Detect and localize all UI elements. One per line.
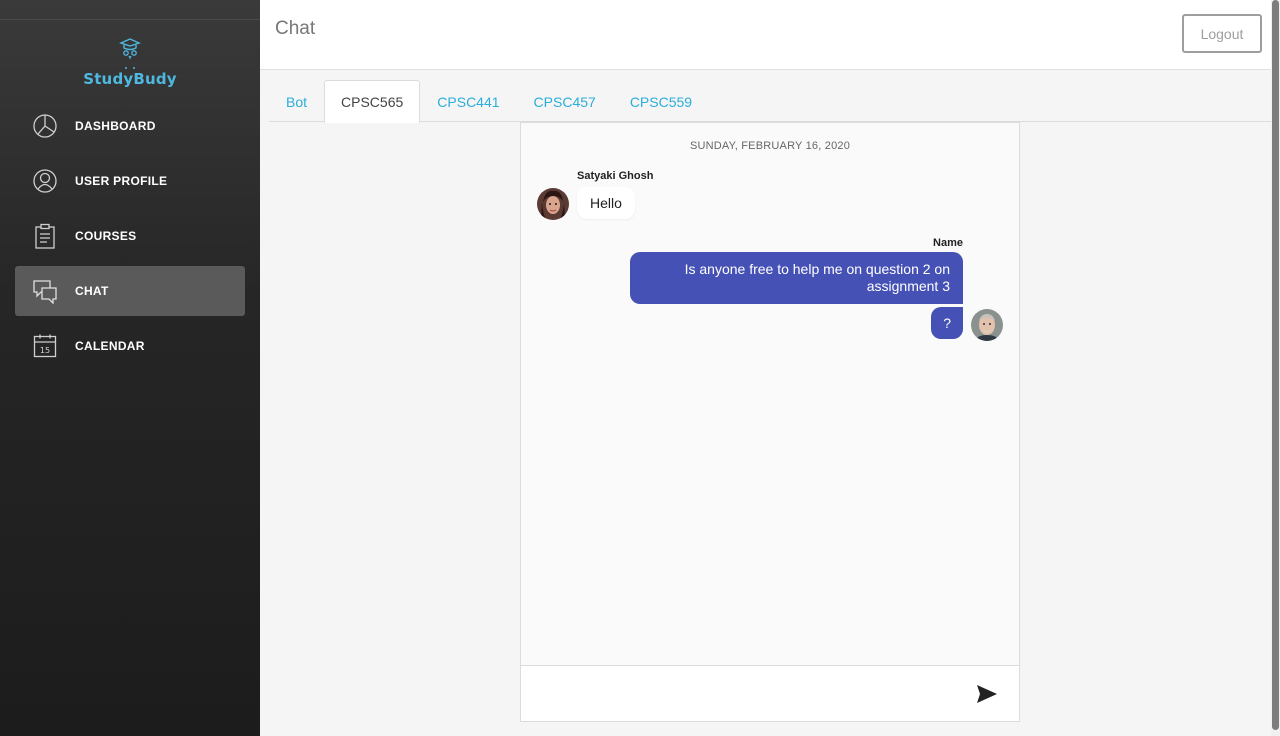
scrollbar-thumb[interactable] bbox=[1272, 0, 1279, 730]
sidebar-item-label: CHAT bbox=[75, 284, 109, 298]
sidebar-divider bbox=[0, 19, 260, 20]
chat-panel: SUNDAY, FEBRUARY 16, 2020 Satyaki Ghosh … bbox=[520, 122, 1020, 722]
page-scrollbar[interactable] bbox=[1271, 0, 1280, 736]
sender-name: Name bbox=[933, 237, 963, 249]
sidebar-item-user-profile[interactable]: USER PROFILE bbox=[15, 156, 245, 206]
sidebar: StudyBudy DASHBOARD USER PROFILE COURSES… bbox=[0, 0, 260, 736]
logout-button[interactable]: Logout bbox=[1182, 14, 1262, 53]
message-bubble: Hello bbox=[577, 187, 635, 219]
message-bubble: ? bbox=[931, 307, 963, 339]
avatar bbox=[537, 188, 569, 220]
sender-name: Satyaki Ghosh bbox=[577, 170, 654, 182]
brand-name: StudyBudy bbox=[83, 70, 177, 88]
clipboard-icon bbox=[31, 222, 59, 250]
chat-bubbles-icon bbox=[31, 277, 59, 305]
user-avatar-icon bbox=[537, 188, 569, 220]
tab-cpsc441[interactable]: CPSC441 bbox=[420, 80, 516, 122]
sidebar-item-calendar[interactable]: 15 CALENDAR bbox=[15, 321, 245, 371]
owl-logo-icon bbox=[119, 38, 141, 69]
tab-cpsc559[interactable]: CPSC559 bbox=[613, 80, 709, 122]
tab-cpsc457[interactable]: CPSC457 bbox=[517, 80, 613, 122]
sidebar-item-courses[interactable]: COURSES bbox=[15, 211, 245, 261]
user-avatar-icon bbox=[971, 309, 1003, 341]
page-title: Chat bbox=[275, 18, 316, 39]
brand-logo[interactable]: StudyBudy bbox=[0, 36, 260, 88]
tab-bot[interactable]: Bot bbox=[269, 80, 324, 122]
calendar-icon: 15 bbox=[31, 332, 59, 360]
avatar bbox=[971, 309, 1003, 341]
sidebar-item-dashboard[interactable]: DASHBOARD bbox=[15, 101, 245, 151]
sidebar-item-label: CALENDAR bbox=[75, 339, 145, 353]
user-icon bbox=[31, 167, 59, 195]
sidebar-item-chat[interactable]: CHAT bbox=[15, 266, 245, 316]
message-composer bbox=[521, 665, 1019, 721]
top-header: Chat Logout bbox=[260, 0, 1271, 70]
tab-cpsc565[interactable]: CPSC565 bbox=[324, 80, 421, 123]
sidebar-nav: DASHBOARD USER PROFILE COURSES CHAT 15 C… bbox=[15, 101, 245, 376]
sidebar-item-label: USER PROFILE bbox=[75, 174, 168, 188]
course-tabs: Bot CPSC565 CPSC441 CPSC457 CPSC559 bbox=[269, 80, 1271, 123]
date-separator: SUNDAY, FEBRUARY 16, 2020 bbox=[689, 140, 851, 152]
pie-chart-icon bbox=[31, 112, 59, 140]
sidebar-item-label: DASHBOARD bbox=[75, 119, 156, 133]
message-bubble: Is anyone free to help me on question 2 … bbox=[630, 252, 963, 304]
message-input[interactable] bbox=[521, 666, 961, 721]
sidebar-item-label: COURSES bbox=[75, 229, 137, 243]
svg-text:15: 15 bbox=[40, 346, 50, 355]
send-icon[interactable] bbox=[975, 682, 999, 706]
